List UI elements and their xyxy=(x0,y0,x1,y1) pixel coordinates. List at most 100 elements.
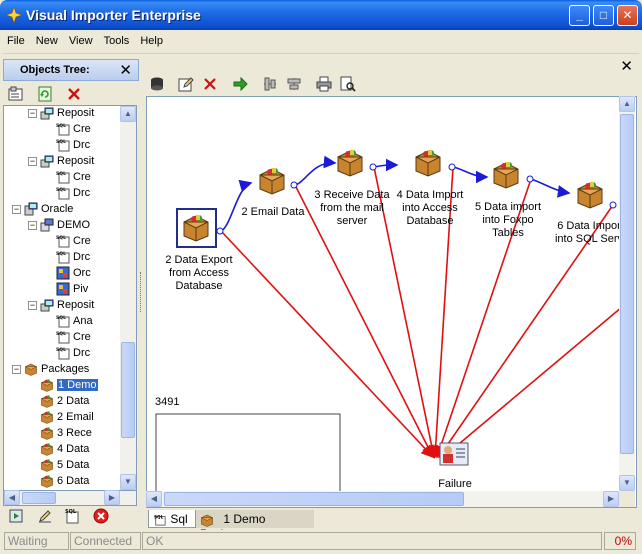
diagram-canvas[interactable]: 2 Data Export from Access Database 2 Ema… xyxy=(146,96,637,508)
align-horizontal-icon[interactable] xyxy=(262,76,278,92)
tree-collapse-icon[interactable]: − xyxy=(28,109,37,118)
canvas-hscroll-thumb[interactable] xyxy=(164,492,464,506)
tree-vertical-scrollbar[interactable]: ▲ ▼ xyxy=(120,106,136,490)
align-vertical-icon[interactable] xyxy=(286,76,302,92)
tree-item[interactable]: 6 Data xyxy=(40,474,89,490)
canvas-scroll-left-icon[interactable]: ◀ xyxy=(146,491,162,507)
print-icon[interactable] xyxy=(316,76,332,92)
sql-icon[interactable]: SQL xyxy=(64,508,80,524)
maximize-button[interactable]: □ xyxy=(593,5,614,26)
failure-notification-icon[interactable] xyxy=(439,442,469,466)
tree-item[interactable]: DEMO xyxy=(40,218,90,234)
database-server-icon xyxy=(24,202,38,216)
tree-item[interactable]: Reposit xyxy=(40,106,94,122)
canvas-horizontal-scrollbar[interactable]: ◀ ▶ xyxy=(146,491,619,507)
save-icon[interactable] xyxy=(149,76,165,92)
package-box-icon[interactable] xyxy=(181,212,211,242)
tree-item[interactable]: 3 Rece xyxy=(40,426,92,442)
canvas-vertical-scrollbar[interactable]: ▲ ▼ xyxy=(619,96,635,491)
delete-node-icon[interactable] xyxy=(202,76,218,92)
tree-item[interactable]: SQL Drc xyxy=(56,346,90,362)
tree-item[interactable]: Piv xyxy=(56,282,88,298)
tree-item[interactable]: 2 Email xyxy=(40,410,94,426)
package-box-icon[interactable] xyxy=(335,147,365,177)
node-label[interactable]: 4 Data Import into Access Database xyxy=(391,189,469,228)
minimize-button[interactable]: _ xyxy=(569,5,590,26)
package-icon xyxy=(41,379,53,392)
menu-view[interactable]: View xyxy=(65,30,97,47)
menu-tools[interactable]: Tools xyxy=(100,30,134,47)
node-label[interactable]: 2 Data Export from Access Database xyxy=(155,254,243,293)
svg-text:SQL: SQL xyxy=(154,514,164,520)
canvas-vscroll-thumb[interactable] xyxy=(620,114,634,454)
menu-new[interactable]: New xyxy=(32,30,62,47)
tree-item[interactable]: Reposit xyxy=(40,298,94,314)
tree-collapse-icon[interactable]: − xyxy=(28,221,37,230)
node-label[interactable]: 5 Data import into Foxpo Tables xyxy=(469,201,547,240)
tree-collapse-icon[interactable]: − xyxy=(12,205,21,214)
close-button[interactable]: ✕ xyxy=(617,5,638,26)
objects-tree-header: Objects Tree: ✕ xyxy=(3,59,139,81)
tab-demo-package[interactable]: 1 Demo Package xyxy=(196,510,314,541)
tab-sql[interactable]: SQL Sql xyxy=(148,510,196,528)
node-label[interactable]: 6 Data Impor into SQL Serv xyxy=(551,220,627,246)
tree-scroll-thumb[interactable] xyxy=(121,342,135,438)
tree-collapse-icon[interactable]: − xyxy=(28,301,37,310)
tree-item[interactable]: SQL Ana xyxy=(56,314,93,330)
edit-icon[interactable] xyxy=(37,508,53,524)
tree-item[interactable]: Orc xyxy=(56,266,91,282)
menu-file[interactable]: File xyxy=(3,30,29,47)
delete-icon[interactable] xyxy=(66,86,82,102)
tree-item[interactable]: SQL Cre xyxy=(56,170,91,186)
tree-item[interactable]: Oracle xyxy=(24,202,73,218)
objects-tree[interactable]: Reposit − SQL Cre SQL Drc Reposit − SQL Cre SQL Drc… xyxy=(3,105,137,491)
properties-icon[interactable] xyxy=(8,86,24,102)
sql-script-icon: SQL xyxy=(56,123,70,136)
package-box-icon[interactable] xyxy=(491,159,521,189)
svg-text:SQL: SQL xyxy=(56,347,66,353)
tree-item[interactable]: SQL Drc xyxy=(56,138,90,154)
svg-text:SQL: SQL xyxy=(56,187,66,193)
refresh-icon[interactable] xyxy=(37,86,53,102)
execute-icon[interactable] xyxy=(8,508,24,524)
menu-help[interactable]: Help xyxy=(136,30,167,47)
node-label[interactable]: 2 Email Data xyxy=(235,206,311,219)
canvas-scroll-down-icon[interactable]: ▼ xyxy=(619,475,635,491)
tree-scroll-left-icon[interactable]: ◀ xyxy=(4,490,20,505)
edit-properties-icon[interactable] xyxy=(178,76,194,92)
stop-icon[interactable] xyxy=(93,508,109,524)
tree-item[interactable]: 2 Data xyxy=(40,394,89,410)
tree-item[interactable]: SQL Cre xyxy=(56,330,91,346)
tree-collapse-icon[interactable]: − xyxy=(12,365,21,374)
package-icon xyxy=(41,475,53,488)
tree-hscroll-thumb[interactable] xyxy=(22,492,56,504)
tree-item[interactable]: Reposit xyxy=(40,154,94,170)
tree-item[interactable]: SQL Drc xyxy=(56,250,90,266)
tree-item[interactable]: 4 Data xyxy=(40,442,89,458)
canvas-scroll-right-icon[interactable]: ▶ xyxy=(603,491,619,507)
tree-item[interactable]: 5 Data xyxy=(40,458,89,474)
tree-item[interactable]: SQL Cre xyxy=(56,122,91,138)
run-arrow-icon[interactable] xyxy=(232,76,248,92)
package-icon xyxy=(201,514,213,527)
tree-item[interactable]: SQL Cre xyxy=(56,234,91,250)
canvas-scroll-up-icon[interactable]: ▲ xyxy=(619,96,635,112)
tree-item[interactable]: Packages xyxy=(24,362,89,378)
package-icon xyxy=(41,395,53,408)
node-label[interactable]: 3 Receive Data from the mail server xyxy=(309,189,395,228)
tree-item[interactable]: SQL Drc xyxy=(56,186,90,202)
tree-scroll-right-icon[interactable]: ▶ xyxy=(104,490,120,505)
objects-tree-close-icon[interactable]: ✕ xyxy=(119,61,132,79)
tree-collapse-icon[interactable]: − xyxy=(28,157,37,166)
package-box-icon[interactable] xyxy=(575,179,605,209)
success-arrow xyxy=(530,178,571,198)
tree-item[interactable]: 1 Demo xyxy=(40,378,98,394)
tree-item-label: 2 Email xyxy=(57,411,94,423)
tree-scroll-down-icon[interactable]: ▼ xyxy=(120,474,136,490)
print-preview-icon[interactable] xyxy=(340,76,356,92)
package-box-icon[interactable] xyxy=(413,147,443,177)
tree-item-label: Drc xyxy=(73,347,91,359)
package-box-icon[interactable] xyxy=(257,165,287,195)
tree-scroll-up-icon[interactable]: ▲ xyxy=(120,106,136,122)
pivot-icon xyxy=(56,266,70,280)
